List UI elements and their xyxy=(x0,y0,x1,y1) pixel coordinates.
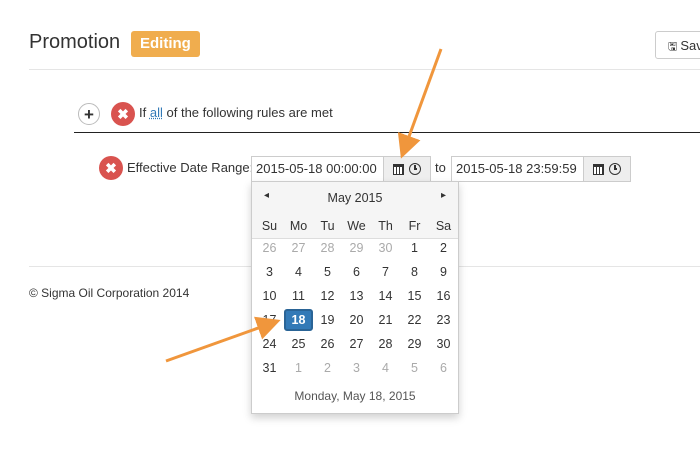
selected-date-footer: Monday, May 18, 2015 xyxy=(294,389,416,403)
calendar-day[interactable]: 26 xyxy=(255,237,284,259)
start-datetime-input[interactable]: 2015-05-18 00:00:00 xyxy=(251,156,384,182)
end-datetime-input[interactable]: 2015-05-18 23:59:59 xyxy=(451,156,584,182)
copyright-footer: © Sigma Oil Corporation 2014 xyxy=(29,286,190,300)
rule-quantifier-link[interactable]: all xyxy=(150,105,163,120)
weekday-label: Fr xyxy=(408,219,421,233)
calendar-day[interactable]: 31 xyxy=(255,357,284,379)
calendar-icon[interactable] xyxy=(393,163,404,175)
page-title: Promotion xyxy=(29,31,121,53)
close-icon: ✖ xyxy=(117,106,129,122)
remove-rule-button[interactable]: ✖ xyxy=(99,156,123,180)
calendar-day[interactable]: 27 xyxy=(342,333,371,355)
weekday-label: Sa xyxy=(435,219,452,233)
calendar-day[interactable]: 2 xyxy=(429,237,458,259)
clock-icon[interactable] xyxy=(409,163,421,175)
plus-icon: + xyxy=(84,105,94,124)
annotation-arrow-to-calendar-icon xyxy=(397,48,443,159)
next-month-button[interactable]: ▸ xyxy=(441,190,446,201)
header-divider xyxy=(29,69,700,70)
remove-group-button[interactable]: ✖ xyxy=(111,102,135,126)
calendar-day[interactable]: 23 xyxy=(429,309,458,331)
floppy-disk-icon: 🖫 xyxy=(668,41,678,53)
calendar-day[interactable]: 3 xyxy=(255,261,284,283)
calendar-day-selected[interactable]: 18 xyxy=(284,309,313,331)
save-button-label: Sav xyxy=(680,38,700,53)
calendar-day[interactable]: 4 xyxy=(371,357,400,379)
calendar-day[interactable]: 16 xyxy=(429,285,458,307)
calendar-day[interactable]: 27 xyxy=(284,237,313,259)
rule-suffix: of the following rules are met xyxy=(166,105,333,120)
calendar-day[interactable]: 6 xyxy=(429,357,458,379)
save-button[interactable]: 🖫Sav xyxy=(655,31,700,59)
weekday-label: We xyxy=(347,219,366,233)
calendar-day[interactable]: 19 xyxy=(313,309,342,331)
calendar-day[interactable]: 25 xyxy=(284,333,313,355)
picker-header: ◂ May 2015 ▸ xyxy=(252,182,458,214)
calendar-day[interactable]: 26 xyxy=(313,333,342,355)
calendar-day[interactable]: 14 xyxy=(371,285,400,307)
calendar-day[interactable]: 15 xyxy=(400,285,429,307)
calendar-day[interactable]: 4 xyxy=(284,261,313,283)
weekday-label: Tu xyxy=(320,219,335,233)
start-picker-addon xyxy=(383,156,431,182)
calendar-day[interactable]: 2 xyxy=(313,357,342,379)
end-picker-addon xyxy=(583,156,631,182)
calendar-day[interactable]: 1 xyxy=(284,357,313,379)
calendar-day[interactable]: 13 xyxy=(342,285,371,307)
calendar-day[interactable]: 29 xyxy=(342,237,371,259)
to-label: to xyxy=(435,160,446,175)
calendar-day[interactable]: 3 xyxy=(342,357,371,379)
calendar-day[interactable]: 5 xyxy=(313,261,342,283)
add-rule-button[interactable]: + xyxy=(78,103,100,125)
calendar-day[interactable]: 8 xyxy=(400,261,429,283)
weekday-label: Th xyxy=(378,219,393,233)
calendar-day[interactable]: 12 xyxy=(313,285,342,307)
calendar-day[interactable]: 28 xyxy=(371,333,400,355)
calendar-day[interactable]: 30 xyxy=(371,237,400,259)
calendar-day[interactable]: 22 xyxy=(400,309,429,331)
calendar-day[interactable]: 24 xyxy=(255,333,284,355)
calendar-day[interactable]: 17 xyxy=(255,309,284,331)
calendar-day[interactable]: 29 xyxy=(400,333,429,355)
date-picker-popup: ◂ May 2015 ▸ Su Mo Tu We Th Fr Sa Monday, May … xyxy=(251,181,459,414)
close-icon: ✖ xyxy=(105,160,117,176)
calendar-day[interactable]: 9 xyxy=(429,261,458,283)
calendar-day[interactable]: 21 xyxy=(371,309,400,331)
weekday-label: Su xyxy=(261,219,278,233)
calendar-day[interactable]: 7 xyxy=(371,261,400,283)
month-title[interactable]: May 2015 xyxy=(252,191,458,205)
rule-prefix: If xyxy=(139,105,147,120)
calendar-day[interactable]: 6 xyxy=(342,261,371,283)
status-badge: Editing xyxy=(131,31,200,57)
calendar-icon[interactable] xyxy=(593,163,604,175)
calendar-day[interactable]: 10 xyxy=(255,285,284,307)
rules-divider xyxy=(74,132,700,133)
calendar-day[interactable]: 1 xyxy=(400,237,429,259)
calendar-day[interactable]: 11 xyxy=(284,285,313,307)
rule-condition-text: If all of the following rules are met xyxy=(139,105,333,120)
calendar-day[interactable]: 28 xyxy=(313,237,342,259)
calendar-day[interactable]: 5 xyxy=(400,357,429,379)
effective-date-range-label: Effective Date Range: xyxy=(127,160,254,175)
calendar-day[interactable]: 30 xyxy=(429,333,458,355)
weekday-header: Su Mo Tu We Th Fr Sa xyxy=(252,214,458,239)
clock-icon[interactable] xyxy=(609,163,621,175)
calendar-day[interactable]: 20 xyxy=(342,309,371,331)
weekday-label: Mo xyxy=(289,219,308,233)
